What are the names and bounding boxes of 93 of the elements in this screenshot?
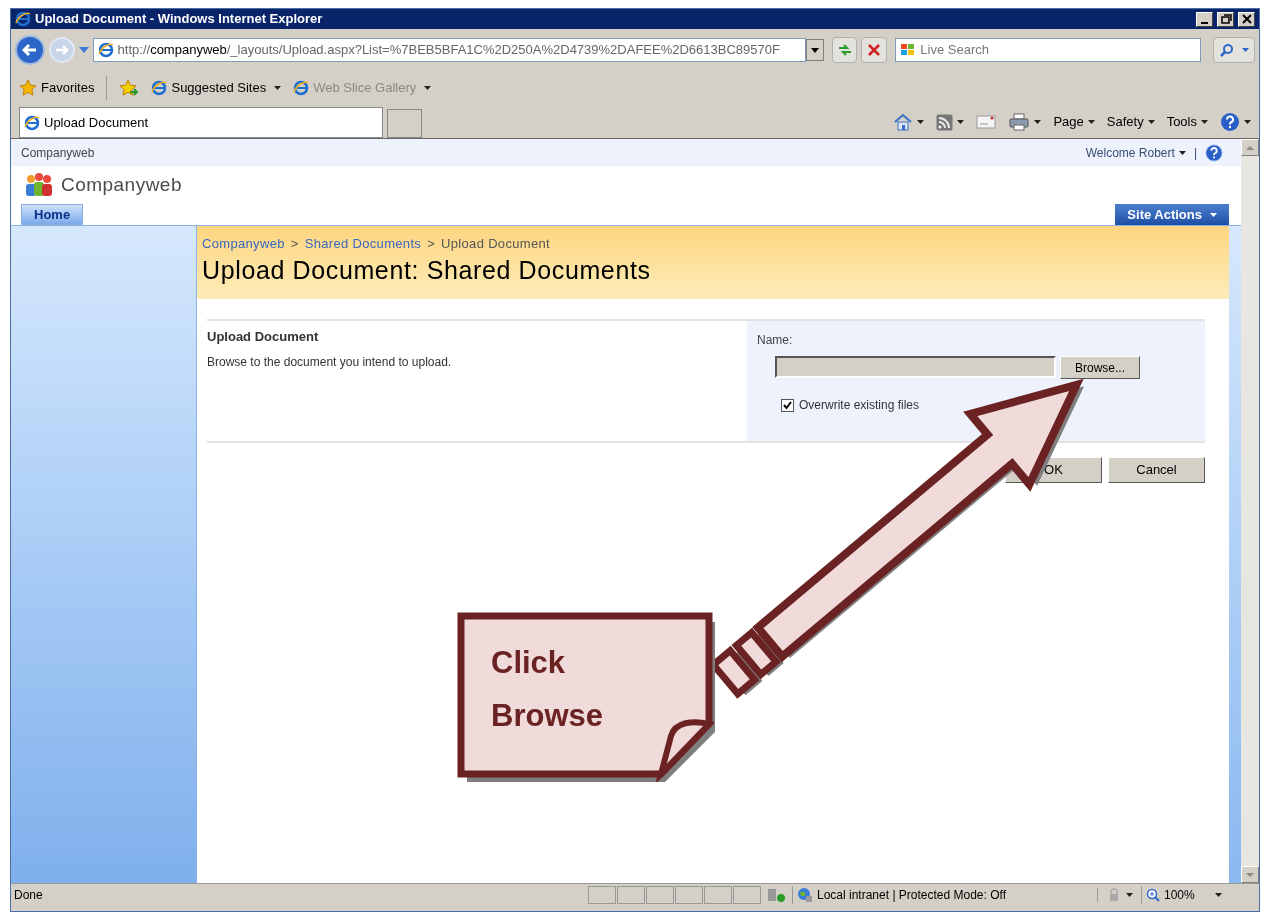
close-button[interactable]	[1238, 11, 1255, 27]
page-icon	[293, 80, 310, 96]
file-path-field[interactable]	[775, 356, 1056, 378]
status-pane	[646, 885, 674, 904]
caret-icon	[917, 120, 925, 124]
caret-icon	[1034, 120, 1042, 124]
caret-icon	[1244, 120, 1251, 124]
search-button[interactable]	[1213, 37, 1255, 63]
status-pane	[588, 885, 616, 904]
checkbox[interactable]	[781, 398, 794, 412]
status-pane	[617, 885, 645, 904]
status-pane	[704, 885, 732, 904]
restore-icon	[1219, 13, 1232, 25]
separator: |	[1193, 144, 1197, 162]
browser-tab[interactable]: Upload Document	[19, 107, 383, 138]
zoom-level[interactable]: 100%	[1164, 885, 1195, 904]
dialog-button[interactable]: Cancel	[1108, 457, 1205, 483]
people-logo-icon	[23, 172, 53, 198]
browser-icon	[15, 11, 31, 27]
close-icon	[1240, 13, 1253, 25]
caret-icon	[1178, 150, 1186, 155]
new-tab-button[interactable]	[387, 109, 422, 138]
security-icon	[766, 886, 788, 903]
breadcrumb-link[interactable]: Companyweb	[202, 234, 285, 254]
close-icon	[868, 44, 881, 56]
site-link[interactable]: Companyweb	[21, 143, 95, 162]
back-arrow-icon	[21, 43, 38, 57]
caret-icon	[957, 120, 965, 124]
address-field[interactable]: http://companyweb/_layouts/Upload.aspx?List=%7BEB5BFA1C%2D250A%2D4739%2DAFEE%2D6613BC89570F	[92, 38, 806, 62]
up-arrow-icon	[1246, 145, 1254, 150]
search-field[interactable]: Live Search	[895, 38, 1202, 62]
help-icon[interactable]	[1205, 143, 1223, 162]
home-icon[interactable]	[893, 113, 914, 131]
zoom-icon	[1146, 887, 1160, 902]
breadcrumb-separator: >	[427, 235, 436, 253]
nav-tab[interactable]: Home	[21, 204, 84, 225]
caret-icon	[1087, 120, 1095, 124]
minimize-icon	[1201, 22, 1208, 24]
caret-icon	[1126, 892, 1133, 897]
search-icon	[1219, 43, 1234, 57]
refresh-icon	[836, 43, 853, 57]
window-title: Upload Document - Windows Internet Explorer	[35, 10, 323, 29]
command-menu[interactable]: Safety	[1106, 112, 1155, 132]
favorites-link[interactable]: Suggested Sites	[151, 78, 282, 98]
flag-icon	[900, 43, 917, 57]
refresh-button[interactable]	[831, 37, 858, 63]
dropdown-icon[interactable]	[78, 47, 89, 53]
browser-icon	[151, 80, 168, 96]
caret-icon	[1201, 120, 1208, 124]
feed-icon[interactable]	[936, 113, 954, 131]
caret-icon	[1210, 212, 1217, 217]
caret-icon	[810, 47, 819, 53]
globe-icon	[797, 886, 813, 903]
breadcrumb-link[interactable]: Shared Documents	[304, 234, 422, 254]
site-actions-button[interactable]: Site Actions	[1115, 204, 1229, 225]
caret-icon	[274, 86, 282, 90]
browse-button[interactable]: Browse...	[1060, 356, 1140, 379]
command-menu[interactable]: Page	[1053, 112, 1095, 132]
favorites-link[interactable]: Favorites	[19, 78, 95, 98]
down-arrow-icon	[1246, 872, 1254, 877]
caret-icon	[1241, 48, 1249, 52]
help-icon[interactable]	[1220, 112, 1240, 132]
checkbox-label: Overwrite existing files	[799, 397, 920, 414]
add-favorite-icon[interactable]	[119, 79, 140, 97]
breadcrumb-current: Upload Document	[441, 235, 550, 253]
minimize-button[interactable]	[1196, 11, 1213, 27]
status-pane	[675, 885, 703, 904]
caret-icon	[1147, 120, 1155, 124]
section-description: Browse to the document you intend to upload.	[207, 353, 453, 371]
zone-text: Local intranet | Protected Mode: Off	[817, 886, 1006, 904]
restore-button[interactable]	[1217, 11, 1234, 27]
command-menu[interactable]: Tools	[1166, 112, 1208, 132]
callout-text: Click Browse	[491, 644, 604, 735]
url-text: http://companyweb/_layouts/Upload.aspx?List=%7BEB5BFA1C%2D250A%2D4739%2DAFEE%2D6613BC89570F	[117, 41, 780, 60]
field-label: Name:	[757, 332, 794, 349]
scrollbar[interactable]	[1241, 139, 1259, 883]
stop-button[interactable]	[861, 37, 888, 63]
printer-icon[interactable]	[1008, 113, 1031, 131]
page-icon	[97, 42, 114, 58]
search-input[interactable]: Live Search	[920, 40, 1197, 60]
site-title: Companyweb	[61, 172, 182, 197]
page-title: Upload Document: Shared Documents	[202, 254, 652, 286]
star-icon	[19, 79, 37, 97]
forward-arrow-icon	[54, 44, 69, 56]
browser-icon	[24, 114, 40, 131]
back-button[interactable]	[15, 35, 45, 65]
status-pane	[733, 885, 761, 904]
caret-icon	[424, 86, 432, 90]
breadcrumb-separator: >	[290, 235, 299, 253]
welcome-menu[interactable]: Welcome Robert	[1085, 143, 1186, 162]
status-text: Done	[13, 886, 44, 904]
section-title: Upload Document	[207, 328, 320, 346]
caret-icon	[1214, 893, 1222, 898]
